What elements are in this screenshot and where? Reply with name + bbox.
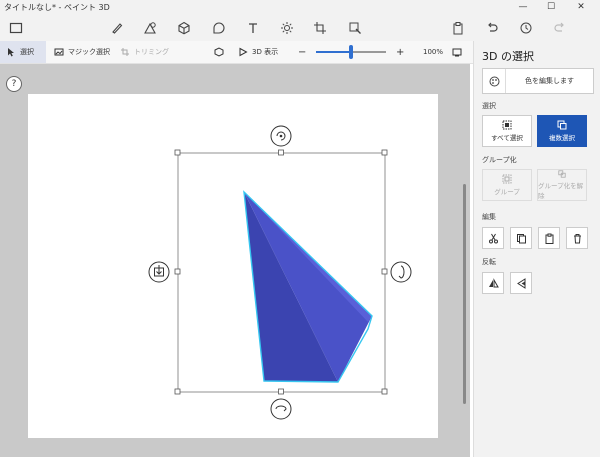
panel-title: 3D の選択 (482, 50, 534, 63)
workspace: ? (0, 64, 470, 457)
scissors-icon (488, 233, 498, 243)
paste-button[interactable] (538, 227, 560, 249)
edit-color-button[interactable]: 色を編集します (482, 68, 594, 94)
3d-shapes-icon[interactable] (174, 18, 194, 38)
view-3d-button[interactable]: 3D 表示 (238, 41, 278, 63)
play-icon (239, 47, 248, 57)
crop-label: トリミング (134, 48, 169, 56)
group-button[interactable]: グループ (482, 169, 532, 201)
flip-vertical-button[interactable] (510, 272, 532, 294)
select-all-button[interactable]: すべて選択 (482, 115, 532, 147)
canvas[interactable] (28, 94, 438, 438)
fit-to-window-icon[interactable] (452, 41, 462, 63)
zoom-out-button[interactable]: − (298, 41, 306, 63)
close-button[interactable]: ✕ (570, 0, 592, 14)
zoom-in-button[interactable]: + (396, 41, 404, 63)
rotate-top-handle-icon[interactable] (270, 125, 292, 147)
canvas-icon[interactable] (310, 18, 330, 38)
delete-button[interactable] (566, 227, 588, 249)
clipboard-icon (545, 233, 553, 244)
selection-panel: 3D の選択 色を編集します 選択 すべて選択 複数選択 グループ化 グループ … (473, 41, 600, 457)
vertical-scrollbar[interactable] (463, 184, 466, 404)
depth-handle-icon[interactable] (148, 261, 170, 283)
select-all-icon (502, 120, 512, 130)
window-title: タイトルなし* - ペイント 3D (4, 3, 110, 12)
maximize-button[interactable]: ☐ (540, 0, 562, 14)
crop-button[interactable]: トリミング (120, 41, 169, 63)
group-section-label: グループ化 (482, 156, 517, 164)
effects-icon[interactable] (277, 18, 297, 38)
help-label: ? (11, 79, 17, 89)
zoom-in-label: + (396, 46, 405, 58)
magic-select-icon[interactable] (345, 18, 365, 38)
zoom-level-label: 100% (423, 48, 444, 56)
text-icon[interactable] (243, 18, 263, 38)
select-section-label: 選択 (482, 102, 496, 110)
image-icon (54, 48, 64, 56)
multi-select-label: 複数選択 (549, 134, 575, 142)
rotate-bottom-handle-icon[interactable] (270, 398, 292, 420)
paste-icon[interactable] (448, 18, 468, 38)
close-icon: ✕ (577, 2, 585, 12)
rotate-side-handle-icon[interactable] (390, 261, 412, 283)
trash-icon (573, 233, 581, 243)
3d-pyramid-object[interactable] (243, 190, 373, 383)
ungroup-icon (558, 170, 566, 178)
copy-icon (516, 233, 526, 243)
zoom-level: 100% (423, 41, 443, 63)
redo-icon[interactable] (550, 18, 570, 38)
multi-select-button[interactable]: 複数選択 (537, 115, 587, 147)
selection-toolbar: 選択 マジック選択 トリミング 3D 表示 − + 100% (0, 41, 473, 64)
minimize-button[interactable]: — (512, 0, 534, 14)
magic-select-button[interactable]: マジック選択 (54, 41, 110, 63)
flip-horizontal-button[interactable] (482, 272, 504, 294)
select-tool-label: 選択 (20, 48, 34, 56)
ungroup-label: グループ化を解除 (538, 182, 584, 200)
history-icon[interactable] (516, 18, 536, 38)
main-toolbar (0, 14, 600, 41)
minimize-icon: — (518, 2, 528, 12)
stickers-icon[interactable] (209, 18, 229, 38)
title-bar: タイトルなし* - ペイント 3D (0, 0, 600, 14)
flip-vertical-icon (516, 277, 525, 289)
flip-section-label: 反転 (482, 258, 496, 266)
palette-icon (483, 69, 506, 93)
menu-icon[interactable] (6, 18, 26, 38)
scene (148, 125, 412, 420)
zoom-out-label: − (298, 46, 307, 58)
multi-select-icon (557, 120, 567, 130)
maximize-icon: ☐ (546, 2, 556, 12)
cursor-icon (8, 48, 14, 57)
crop-icon (121, 48, 129, 56)
view-3d-label: 3D 表示 (252, 48, 279, 56)
2d-shapes-icon[interactable] (140, 18, 160, 38)
edit-section-label: 編集 (482, 213, 496, 221)
view-3d-mode-icon[interactable] (214, 41, 224, 63)
copy-button[interactable] (510, 227, 532, 249)
magic-select-label: マジック選択 (68, 48, 110, 56)
zoom-thumb[interactable] (349, 45, 353, 59)
zoom-slider[interactable] (316, 41, 386, 63)
zoom-track-fill (316, 51, 351, 53)
group-icon (502, 174, 512, 184)
edit-color-label: 色を編集します (525, 77, 574, 85)
flip-horizontal-icon (488, 277, 499, 287)
undo-icon[interactable] (482, 18, 502, 38)
group-label: グループ (494, 188, 520, 196)
help-button[interactable]: ? (6, 76, 22, 92)
select-tool-button[interactable]: 選択 (0, 41, 46, 63)
ungroup-button[interactable]: グループ化を解除 (537, 169, 587, 201)
select-all-label: すべて選択 (491, 134, 523, 142)
cut-button[interactable] (482, 227, 504, 249)
brushes-icon[interactable] (107, 18, 127, 38)
